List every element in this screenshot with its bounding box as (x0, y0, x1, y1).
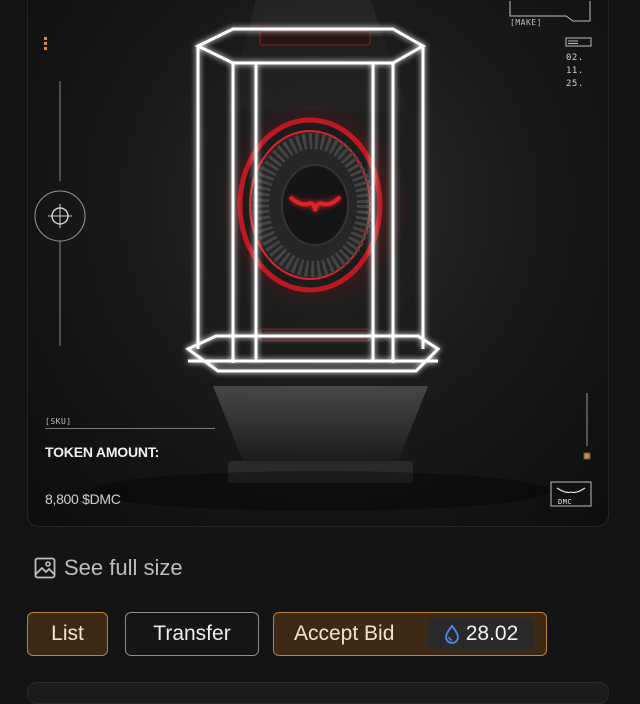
sku-label: [SKU] (45, 417, 72, 426)
see-full-size-link[interactable]: See full size (34, 555, 183, 581)
logo-text: DMC (558, 498, 573, 506)
image-icon (34, 557, 56, 579)
nft-media-card: [SKU] TOKEN AMOUNT: 8,800 $DMC [MAKE] 02… (27, 0, 609, 527)
accept-bid-label: Accept Bid (294, 622, 395, 645)
date-text: 02. 11. 25. (566, 53, 584, 89)
next-card (27, 682, 609, 704)
fan-object (237, 117, 383, 293)
see-full-size-label: See full size (64, 555, 183, 580)
hud-indicator-icon (44, 37, 47, 40)
bid-amount: 28.02 (465, 622, 519, 645)
crosshair-icon (34, 190, 86, 242)
menu-icon (565, 37, 592, 47)
droplet-icon (444, 624, 459, 644)
bid-amount-badge: 28.02 (428, 618, 534, 650)
accept-bid-button[interactable]: Accept Bid 28.02 (273, 612, 547, 656)
list-button-label: List (51, 622, 84, 645)
make-label: [MAKE] (510, 18, 542, 27)
list-button[interactable]: List (27, 612, 108, 656)
token-amount-label: TOKEN AMOUNT: (45, 444, 160, 460)
sku-divider (45, 428, 215, 429)
transfer-button[interactable]: Transfer (125, 612, 259, 656)
orange-marker-icon (583, 452, 591, 460)
transfer-button-label: Transfer (153, 622, 231, 645)
token-amount-value: 8,800 $DMC (45, 491, 121, 507)
